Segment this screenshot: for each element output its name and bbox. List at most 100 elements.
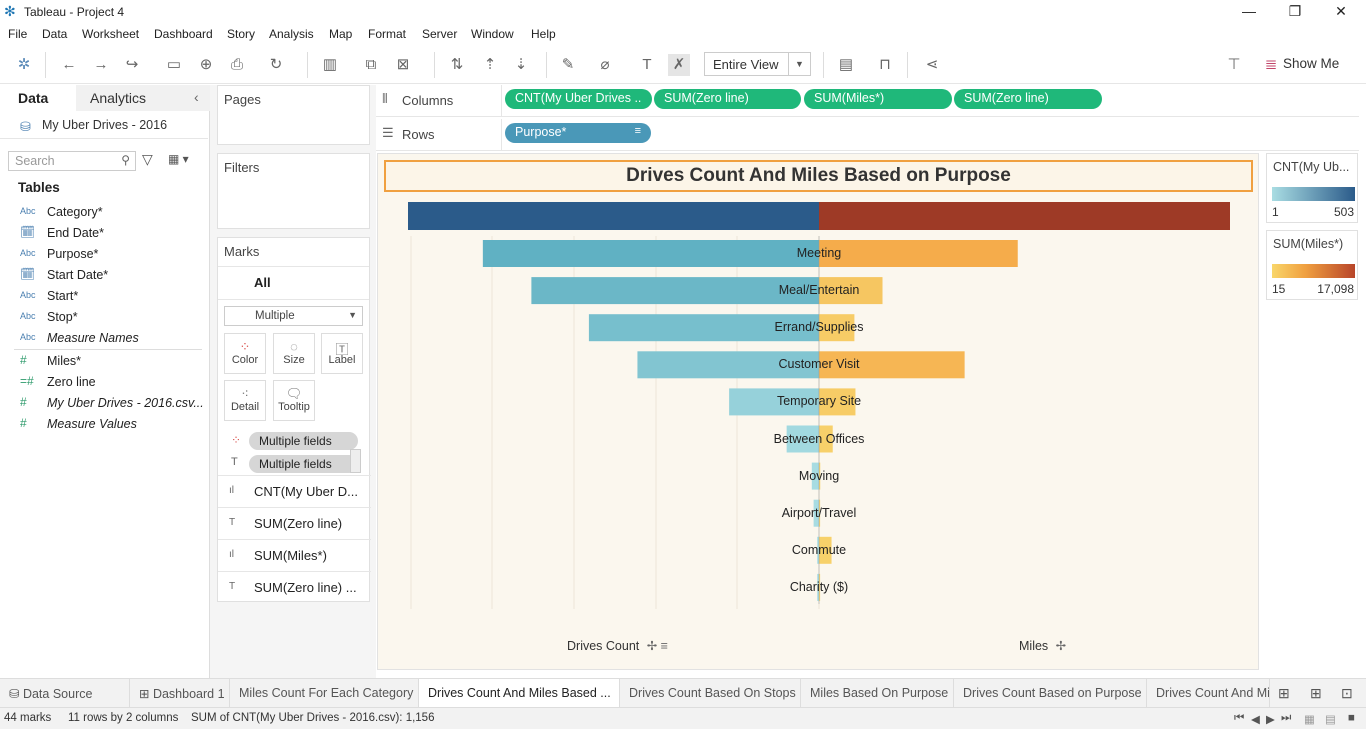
- tabs-view-icon[interactable]: ■: [1348, 712, 1355, 724]
- marks-row-zero-line-2[interactable]: T SUM(Zero line) ...: [218, 571, 371, 603]
- tab-sheet-active[interactable]: Drives Count And Miles Based ...: [419, 679, 620, 707]
- tableau-home-icon[interactable]: ✲: [13, 54, 35, 76]
- viz-canvas[interactable]: Drives Count And Miles Based on Purpose …: [377, 153, 1259, 670]
- total-drives-count-bar[interactable]: [408, 202, 819, 230]
- new-datasource-icon[interactable]: ⊕: [195, 54, 217, 76]
- category-label[interactable]: Customer Visit: [778, 357, 859, 371]
- show-mark-labels-icon[interactable]: T: [636, 54, 658, 76]
- tab-sheet[interactable]: Drives Count Based on Purpose: [954, 679, 1147, 707]
- pause-updates-icon[interactable]: ⎙: [226, 54, 248, 76]
- scrollbar[interactable]: [350, 449, 361, 473]
- tab-sheet[interactable]: Drives Count Based On Stops: [620, 679, 801, 707]
- undo-icon[interactable]: ←: [58, 54, 80, 76]
- marks-row-miles[interactable]: ıl SUM(Miles*): [218, 539, 371, 571]
- tab-dashboard-1[interactable]: ⊞ Dashboard 1: [130, 679, 230, 707]
- category-label[interactable]: Charity ($): [790, 580, 848, 594]
- close-button[interactable]: ✕: [1318, 2, 1364, 22]
- field-start[interactable]: Abc Start*: [0, 286, 208, 307]
- miles-bar[interactable]: [819, 240, 1018, 267]
- tab-sheet[interactable]: Miles Count For Each Category: [230, 679, 419, 707]
- sort-descending-icon[interactable]: ⇣: [510, 54, 532, 76]
- share-icon[interactable]: ⋖: [921, 54, 943, 76]
- column-pill-zero-line-2[interactable]: SUM(Zero line): [954, 89, 1102, 109]
- menu-map[interactable]: Map: [329, 27, 352, 41]
- category-label[interactable]: Meal/Entertain: [779, 283, 860, 297]
- show-me-button[interactable]: Show Me: [1283, 56, 1339, 71]
- mark-type-dropdown[interactable]: Multiple ▼: [224, 306, 363, 326]
- axis-title-drives-count[interactable]: Drives Count ✢ ≡: [567, 638, 668, 653]
- tooltip-button[interactable]: 🗨 Tooltip: [273, 380, 315, 421]
- category-label[interactable]: Meeting: [797, 246, 841, 260]
- menu-format[interactable]: Format: [368, 27, 406, 41]
- field-purpose[interactable]: Abc Purpose*: [0, 244, 208, 265]
- menu-window[interactable]: Window: [471, 27, 514, 41]
- field-measure-names[interactable]: Abc Measure Names: [0, 328, 208, 349]
- field-category[interactable]: Abc Category*: [0, 202, 208, 223]
- multiple-fields-color-pill[interactable]: Multiple fields: [249, 432, 358, 450]
- pin-icon[interactable]: ⊤: [1223, 54, 1245, 76]
- view-options-icon[interactable]: ▦ ▾: [168, 152, 189, 166]
- nav-first-icon[interactable]: ⏮: [1234, 712, 1244, 725]
- label-button[interactable]: 🅃 Label: [321, 333, 363, 374]
- category-label[interactable]: Airport/Travel: [782, 506, 857, 520]
- nav-next-icon[interactable]: ▶: [1266, 712, 1275, 726]
- new-worksheet-icon[interactable]: ▥: [319, 54, 341, 76]
- drives-count-bar[interactable]: [531, 277, 819, 305]
- filter-icon[interactable]: ▽: [142, 151, 153, 168]
- show-cards-icon[interactable]: ▤: [835, 54, 857, 76]
- fit-dropdown[interactable]: Entire View ▼: [704, 52, 811, 76]
- menu-help[interactable]: Help: [531, 27, 556, 41]
- legend-count[interactable]: CNT(My Ub... 1 503: [1266, 153, 1358, 223]
- maximize-button[interactable]: ❐: [1272, 2, 1318, 22]
- duplicate-icon[interactable]: ⧉: [360, 54, 382, 76]
- field-count[interactable]: # My Uber Drives - 2016.csv...: [0, 393, 208, 414]
- show-me-icon[interactable]: ≣: [1260, 54, 1282, 76]
- size-button[interactable]: ◌ Size: [273, 333, 315, 374]
- clear-sheet-icon[interactable]: ⊠: [392, 54, 414, 76]
- menu-server[interactable]: Server: [422, 27, 457, 41]
- category-label[interactable]: Between Offices: [774, 432, 865, 446]
- filmstrip-view-icon[interactable]: ▤: [1325, 712, 1336, 726]
- pages-card[interactable]: Pages: [217, 85, 370, 145]
- datasource-name[interactable]: My Uber Drives - 2016: [42, 118, 167, 132]
- field-measure-values[interactable]: # Measure Values: [0, 414, 208, 435]
- menu-file[interactable]: File: [8, 27, 27, 41]
- minimize-button[interactable]: —: [1226, 2, 1272, 22]
- menu-dashboard[interactable]: Dashboard: [154, 27, 213, 41]
- field-start-date[interactable]: 🗓 Start Date*: [0, 265, 208, 286]
- multiple-fields-label-pill[interactable]: Multiple fields: [249, 455, 358, 473]
- new-worksheet-icon[interactable]: ⊞: [1278, 685, 1290, 702]
- search-input[interactable]: Search ⚲: [8, 151, 136, 171]
- axis-title-miles[interactable]: Miles ✢: [1019, 638, 1066, 653]
- tab-data[interactable]: Data: [0, 85, 76, 111]
- row-pill-purpose[interactable]: Purpose* ≡: [505, 123, 651, 143]
- replay-icon[interactable]: ↪: [121, 54, 143, 76]
- column-pill-zero-line[interactable]: SUM(Zero line): [654, 89, 801, 109]
- rows-shelf[interactable]: ☰ Rows Purpose* ≡: [376, 119, 1359, 151]
- refresh-icon[interactable]: ↻: [265, 54, 287, 76]
- group-members-icon[interactable]: ⌀: [594, 54, 616, 76]
- columns-shelf[interactable]: ⦀ Columns CNT(My Uber Drives .. SUM(Zero…: [376, 85, 1359, 117]
- swap-rows-columns-icon[interactable]: ⇅: [446, 54, 468, 76]
- menu-analysis[interactable]: Analysis: [269, 27, 314, 41]
- presentation-mode-icon[interactable]: ⊓: [874, 54, 896, 76]
- field-zero-line[interactable]: =# Zero line: [0, 372, 208, 393]
- menu-data[interactable]: Data: [42, 27, 67, 41]
- legend-miles[interactable]: SUM(Miles*) 15 17,098: [1266, 230, 1358, 300]
- category-label[interactable]: Commute: [792, 543, 846, 557]
- field-end-date[interactable]: 🗓 End Date*: [0, 223, 208, 244]
- grid-view-icon[interactable]: ▦: [1304, 712, 1315, 726]
- filters-card[interactable]: Filters: [217, 153, 370, 229]
- column-pill-miles[interactable]: SUM(Miles*): [804, 89, 952, 109]
- menu-story[interactable]: Story: [227, 27, 255, 41]
- nav-last-icon[interactable]: ⏭: [1281, 712, 1291, 725]
- highlight-icon[interactable]: ✎: [557, 54, 579, 76]
- tab-sheet[interactable]: Miles Based On Purpose: [801, 679, 954, 707]
- tab-analytics[interactable]: Analytics ‹: [76, 85, 210, 111]
- tab-sheet[interactable]: Drives Count And Mi: [1147, 679, 1270, 707]
- nav-prev-icon[interactable]: ◀: [1251, 712, 1260, 726]
- marks-all-tab[interactable]: All: [254, 275, 271, 290]
- marks-row-zero-line[interactable]: T SUM(Zero line): [218, 507, 371, 539]
- category-label[interactable]: Errand/Supplies: [775, 320, 864, 334]
- menu-worksheet[interactable]: Worksheet: [82, 27, 139, 41]
